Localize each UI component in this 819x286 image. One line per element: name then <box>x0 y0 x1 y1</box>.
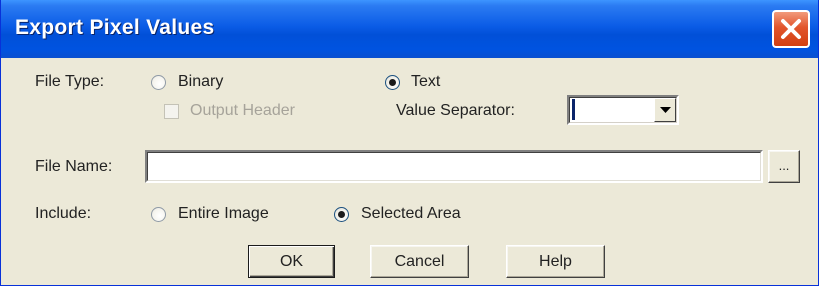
value-separator-label: Value Separator: <box>396 102 515 119</box>
export-pixel-values-dialog: Export Pixel Values File Type: Binary Te… <box>0 0 819 286</box>
file-type-label: File Type: <box>35 73 105 90</box>
value-separator-select[interactable] <box>567 95 679 125</box>
binary-radio[interactable] <box>151 75 166 90</box>
binary-radio-label[interactable]: Binary <box>178 73 223 91</box>
ok-button[interactable]: OK <box>248 245 335 278</box>
output-header-checkbox[interactable] <box>164 104 179 119</box>
selected-area-radio[interactable] <box>334 207 349 222</box>
entire-image-radio-label[interactable]: Entire Image <box>178 205 269 223</box>
value-separator-selected-value <box>572 99 575 120</box>
output-header-label: Output Header <box>190 102 295 119</box>
title-bar[interactable]: Export Pixel Values <box>1 0 818 58</box>
help-button[interactable]: Help <box>506 245 605 278</box>
chevron-down-icon <box>660 107 671 113</box>
include-label: Include: <box>35 205 92 222</box>
dropdown-button[interactable] <box>654 98 676 122</box>
selected-area-radio-label[interactable]: Selected Area <box>361 205 461 223</box>
close-button[interactable] <box>772 10 810 48</box>
file-name-label: File Name: <box>35 158 113 175</box>
window-title: Export Pixel Values <box>15 16 215 39</box>
text-radio-label[interactable]: Text <box>411 73 440 91</box>
close-x-icon <box>781 19 801 39</box>
text-radio[interactable] <box>385 75 400 90</box>
file-name-input[interactable] <box>145 150 763 183</box>
browse-button[interactable]: ... <box>768 150 800 183</box>
cancel-button[interactable]: Cancel <box>370 245 469 278</box>
entire-image-radio[interactable] <box>151 207 166 222</box>
